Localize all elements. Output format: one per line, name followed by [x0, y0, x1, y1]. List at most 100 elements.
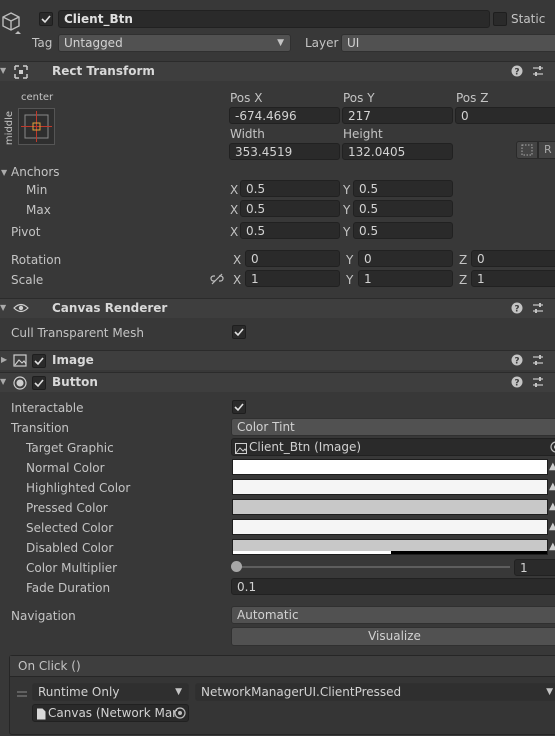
rect-transform-icon — [14, 65, 28, 82]
pos-x-field[interactable]: -674.4696 — [229, 107, 340, 124]
button-enabled-checkbox[interactable] — [32, 376, 46, 390]
layer-dropdown[interactable]: UI — [341, 34, 555, 52]
help-icon[interactable]: ? — [511, 354, 523, 369]
function-dropdown[interactable]: NetworkManagerUI.ClientPressed ▼ — [195, 683, 555, 701]
rot-z-field[interactable]: 0 — [471, 250, 555, 267]
constrain-link-icon[interactable] — [210, 273, 224, 288]
color-multiplier-slider-track[interactable] — [236, 566, 510, 568]
settings-sliders-icon[interactable] — [532, 302, 544, 317]
object-picker-icon[interactable] — [550, 441, 555, 455]
dotted-rect-icon — [521, 144, 533, 156]
pivot-y-field[interactable]: 0.5 — [353, 222, 453, 239]
svg-text:?: ? — [514, 305, 519, 315]
selected-color-swatch[interactable] — [232, 519, 548, 535]
target-graphic-field[interactable]: Client_Btn (Image) — [231, 438, 555, 456]
script-file-icon — [36, 708, 46, 721]
target-object-value: Canvas (Network Mar — [48, 706, 178, 720]
color-multiplier-slider-handle[interactable] — [231, 561, 242, 572]
max-x-field[interactable]: 0.5 — [240, 200, 340, 217]
settings-sliders-icon[interactable] — [532, 354, 544, 369]
navigation-value: Automatic — [237, 608, 299, 622]
rect-transform-header[interactable]: ▼ Rect Transform ? — [0, 61, 555, 81]
height-field[interactable]: 132.0405 — [342, 143, 453, 160]
max-y-field[interactable]: 0.5 — [353, 200, 453, 217]
pos-z-field[interactable]: 0 — [455, 107, 555, 124]
static-checkbox[interactable] — [493, 12, 507, 26]
runtime-mode-dropdown[interactable]: Runtime Only ▼ — [32, 683, 189, 701]
image-header[interactable]: ▶ Image ? — [0, 350, 555, 370]
scale-y-axis-label: Y — [346, 273, 354, 287]
active-checkbox[interactable] — [39, 12, 53, 26]
pos-y-label: Pos Y — [343, 91, 375, 105]
help-icon[interactable]: ? — [511, 302, 523, 317]
transition-value: Color Tint — [237, 420, 295, 434]
color-multiplier-field[interactable]: 1 — [514, 559, 555, 576]
fade-duration-field[interactable]: 0.1 — [231, 578, 555, 595]
help-icon[interactable]: ? — [511, 65, 523, 80]
object-picker-icon[interactable] — [174, 707, 186, 721]
eyedropper-icon[interactable]: ▲ — [549, 481, 555, 492]
color-multiplier-label: Color Multiplier — [26, 561, 118, 575]
help-icon[interactable]: ? — [511, 376, 523, 391]
raw-edit-button[interactable]: R — [538, 141, 555, 159]
on-click-title: On Click () — [18, 659, 81, 673]
anchors-foldout-icon[interactable]: ▼ — [1, 168, 7, 177]
chevron-down-icon: ▼ — [546, 687, 553, 697]
visualize-label: Visualize — [368, 629, 421, 643]
eyedropper-icon[interactable]: ▲ — [549, 541, 555, 552]
normal-color-swatch[interactable] — [232, 459, 548, 475]
blueprint-mode-button[interactable] — [516, 141, 538, 159]
image-title: Image — [52, 353, 94, 367]
min-y-field[interactable]: 0.5 — [353, 180, 453, 197]
target-object-field[interactable]: Canvas (Network Mar — [32, 704, 189, 722]
navigation-dropdown[interactable]: Automatic — [231, 606, 555, 624]
pos-y-field[interactable]: 217 — [342, 107, 453, 124]
rot-y-axis-label: Y — [346, 253, 354, 267]
rot-y-field[interactable]: 0 — [358, 250, 453, 267]
width-label: Width — [230, 127, 265, 141]
transition-dropdown[interactable]: Color Tint — [231, 418, 555, 436]
tag-dropdown[interactable]: Untagged ▼ — [58, 34, 291, 52]
on-click-header: On Click () — [10, 656, 555, 677]
pivot-x-field[interactable]: 0.5 — [240, 222, 340, 239]
alpha-bar-remainder — [391, 551, 547, 554]
pos-x-label: Pos X — [230, 91, 263, 105]
foldout-arrow-icon: ▼ — [0, 377, 7, 386]
rect-transform-title: Rect Transform — [52, 64, 155, 78]
pos-z-label: Pos Z — [456, 91, 489, 105]
visualize-button[interactable]: Visualize — [231, 627, 555, 646]
disabled-color-swatch[interactable] — [232, 539, 548, 555]
width-field[interactable]: 353.4519 — [229, 143, 340, 160]
scale-y-field[interactable]: 1 — [358, 270, 453, 287]
anchors-label[interactable]: Anchors — [11, 164, 60, 180]
rot-z-axis-label: Z — [459, 253, 468, 267]
settings-sliders-icon[interactable] — [532, 65, 544, 80]
pressed-color-swatch[interactable] — [232, 499, 548, 515]
eyedropper-icon[interactable]: ▲ — [549, 501, 555, 512]
eyedropper-icon[interactable]: ▲ — [549, 461, 555, 472]
anchor-preset-button[interactable] — [18, 108, 55, 145]
rot-x-field[interactable]: 0 — [245, 250, 340, 267]
scale-x-field[interactable]: 1 — [245, 270, 340, 287]
highlighted-color-swatch[interactable] — [232, 479, 548, 495]
image-component-icon — [13, 354, 27, 370]
pivot-y-axis-label: Y — [343, 225, 351, 239]
foldout-arrow-icon: ▶ — [1, 355, 8, 364]
transition-label: Transition — [11, 421, 70, 435]
eyedropper-icon[interactable]: ▲ — [549, 521, 555, 532]
button-header[interactable]: ▼ Button ? — [0, 372, 555, 392]
navigation-label: Navigation — [11, 609, 76, 623]
cull-transparent-mesh-checkbox[interactable] — [232, 325, 246, 339]
scale-z-field[interactable]: 1 — [471, 270, 555, 287]
canvas-renderer-header[interactable]: ▼ Canvas Renderer ? — [0, 298, 555, 318]
svg-text:?: ? — [514, 357, 519, 367]
interactable-checkbox[interactable] — [232, 400, 246, 414]
scale-label: Scale — [11, 273, 44, 287]
min-x-field[interactable]: 0.5 — [240, 180, 340, 197]
image-enabled-checkbox[interactable] — [32, 354, 46, 368]
settings-sliders-icon[interactable] — [532, 376, 544, 391]
drag-handle-icon[interactable] — [17, 686, 27, 700]
object-name-input[interactable]: Client_Btn — [58, 10, 490, 28]
target-graphic-label: Target Graphic — [26, 441, 114, 455]
button-component-icon — [13, 376, 27, 393]
